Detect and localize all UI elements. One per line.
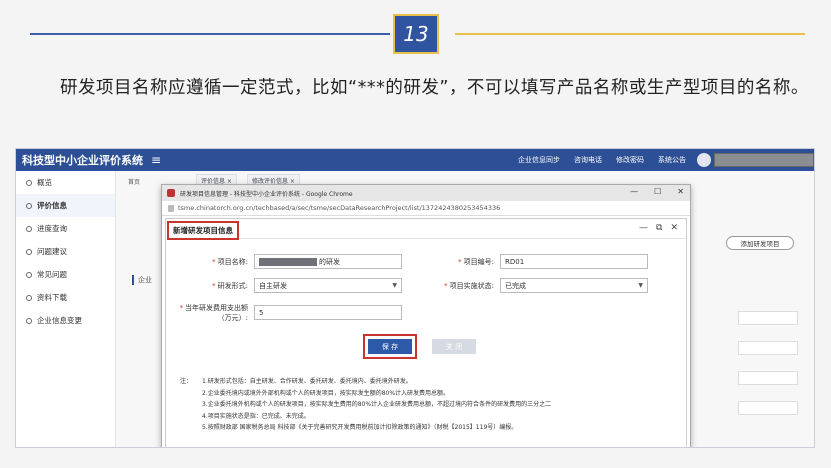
minimize-icon[interactable]: — <box>630 187 638 196</box>
circle-icon <box>26 179 32 186</box>
circle-icon <box>26 271 32 278</box>
nav-hotline[interactable]: 咨询电话 <box>574 155 602 165</box>
notes-section: 注： 1.研发形式包括：自主研发、合作研发、委托研发、委托境内、委托境外研发。 2… <box>180 376 680 434</box>
header-line-left <box>30 33 390 35</box>
project-status-select[interactable]: 已完成 ▼ <box>500 278 648 293</box>
chevron-down-icon: ▼ <box>638 282 643 289</box>
sidebar-item-faq[interactable]: 常见问题 <box>16 263 115 286</box>
rd-expense-label: * 当年研发费用支出额（万元）: <box>179 304 249 322</box>
section-marker <box>132 275 134 285</box>
lock-icon <box>168 205 174 212</box>
instruction-text: 研发项目名称应遵循一定范式，比如“***的研发”，不可以填写产品名称或生产型项目… <box>60 78 809 98</box>
save-button[interactable]: 保 存 <box>368 339 412 354</box>
note-row: 注： 1.研发形式包括：自主研发、合作研发、委托研发、委托境内、委托境外研发。 <box>180 378 412 385</box>
sidebar-item-overview[interactable]: 概览 <box>16 171 115 194</box>
project-code-label: * 项目编号: <box>458 258 494 266</box>
nav-change-password[interactable]: 修改密码 <box>616 155 644 165</box>
circle-icon <box>26 317 32 324</box>
project-name-input[interactable]: 的研发 <box>254 254 402 269</box>
sidebar: 概览 评价信息 进度查询 问题建议 常见问题 资料下载 企业信息变更 <box>16 171 116 447</box>
chrome-titlebar[interactable]: 研发项目信息管理 - 科技型中小企业评价系统 - Google Chrome —… <box>162 185 690 201</box>
slide-number-badge: 13 <box>393 14 439 54</box>
avatar[interactable] <box>697 153 711 167</box>
project-name-label: * 项目名称: <box>212 258 248 266</box>
circle-icon <box>26 202 32 209</box>
circle-icon <box>26 248 32 255</box>
sidebar-item-evaluation[interactable]: 评价信息 <box>16 194 115 217</box>
add-project-button[interactable]: 添加研发项目 <box>726 236 794 250</box>
sidebar-item-downloads[interactable]: 资料下载 <box>16 286 115 309</box>
dialog-maximize-icon[interactable]: ⧉ <box>656 223 662 233</box>
chrome-popup-window: 研发项目信息管理 - 科技型中小企业评价系统 - Google Chrome —… <box>161 184 691 447</box>
nav-sync-info[interactable]: 企业信息同步 <box>518 155 560 165</box>
bg-field <box>738 371 798 385</box>
note-row: 2.企业委托境内或境外外部机构或个人的研发项目，按实际发生额的80%计入研发费用… <box>202 389 450 397</box>
rd-expense-input[interactable]: 5 <box>254 305 402 320</box>
url-text: tsme.chinatorch.org.cn/techbased/a/sec/t… <box>178 204 501 212</box>
circle-icon <box>26 225 32 232</box>
nav-announcements[interactable]: 系统公告 <box>658 155 686 165</box>
favicon-icon <box>167 189 175 197</box>
sidebar-item-suggestions[interactable]: 问题建议 <box>16 240 115 263</box>
dialog-close-icon[interactable]: ✕ <box>670 223 678 233</box>
chevron-down-icon: ▼ <box>392 282 397 289</box>
menu-icon[interactable]: ≡ <box>151 153 161 167</box>
dialog-title: 新增研发项目信息 <box>167 221 239 240</box>
bg-field <box>738 341 798 355</box>
note-row: 5.按照财政部 国家税务总局 科技部《关于完善研究开发费用税前加计扣除政策的通知… <box>202 424 518 431</box>
close-icon[interactable]: ✕ <box>677 187 684 196</box>
sidebar-item-company-change[interactable]: 企业信息变更 <box>16 309 115 332</box>
bg-field <box>738 401 798 415</box>
redacted-text <box>259 257 317 266</box>
dialog-minimize-icon[interactable]: — <box>639 223 648 233</box>
project-status-label: * 项目实施状态: <box>444 282 494 290</box>
address-bar[interactable]: tsme.chinatorch.org.cn/techbased/a/sec/t… <box>162 201 690 216</box>
save-button-highlight: 保 存 <box>363 334 417 359</box>
header-line-right <box>455 33 805 35</box>
circle-icon <box>26 294 32 301</box>
sidebar-item-progress[interactable]: 进度查询 <box>16 217 115 240</box>
new-project-dialog: 新增研发项目信息 — ⧉ ✕ * 项目名称: 的研发 * 项目编号: RD01 * 研… <box>165 218 687 447</box>
top-nav: 企业信息同步 咨询电话 修改密码 系统公告 <box>518 149 686 171</box>
research-form-label: * 研发形式: <box>212 282 248 290</box>
app-topbar: 科技型中小企业评价系统 ≡ 企业信息同步 咨询电话 修改密码 系统公告 <box>16 149 814 171</box>
research-form-select[interactable]: 自主研发 ▼ <box>254 278 402 293</box>
breadcrumb[interactable]: 首页 <box>128 177 140 186</box>
app-screenshot: 科技型中小企业评价系统 ≡ 企业信息同步 咨询电话 修改密码 系统公告 概览 评… <box>15 148 815 448</box>
close-button[interactable]: 关 闭 <box>432 339 476 354</box>
user-name-redacted <box>714 153 814 167</box>
note-row: 4.项目实施状态是指：已完成、未完成。 <box>202 412 310 420</box>
dialog-header: 新增研发项目信息 — ⧉ ✕ <box>166 219 686 240</box>
app-title: 科技型中小企业评价系统 <box>22 154 143 167</box>
note-row: 3.企业委托境外机构或个人的研发项目，按实际发生费用的80%计入企业研发费用总额… <box>202 401 552 408</box>
project-code-input[interactable]: RD01 <box>500 254 648 269</box>
chrome-window-title: 研发项目信息管理 - 科技型中小企业评价系统 - Google Chrome <box>180 190 353 198</box>
maximize-icon[interactable]: ☐ <box>654 187 661 196</box>
bg-field <box>738 311 798 325</box>
section-label: 企业 <box>138 276 152 284</box>
